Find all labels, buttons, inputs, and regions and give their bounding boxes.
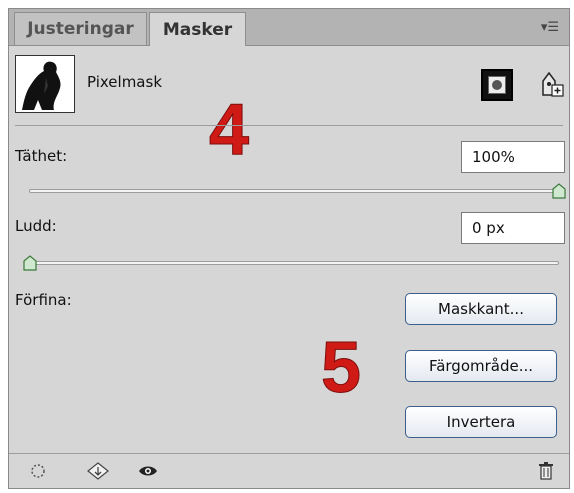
divider	[15, 125, 563, 126]
annotation-number-5: 5	[320, 328, 362, 409]
mask-thumbnail[interactable]	[15, 55, 75, 113]
annotation-number-4: 4	[208, 90, 250, 171]
mask-thumbnail-silhouette	[22, 61, 61, 110]
color-range-button[interactable]: Färgområde...	[405, 350, 557, 382]
tab-masks[interactable]: Masker	[149, 12, 246, 46]
tab-adjustments[interactable]: Justeringar	[14, 12, 147, 45]
density-label: Täthet:	[15, 147, 68, 165]
panel-bottom-bar	[9, 453, 569, 488]
feather-input[interactable]: 0 px	[461, 212, 565, 244]
load-selection-icon[interactable]	[27, 460, 49, 482]
feather-slider-track[interactable]	[29, 261, 559, 265]
panel-tab-bar: Justeringar Masker ▾☰	[9, 9, 569, 46]
mask-type-label: Pixelmask	[87, 73, 162, 91]
feather-slider-handle[interactable]	[23, 255, 37, 271]
density-slider-handle[interactable]	[552, 183, 566, 199]
refine-label: Förfina:	[15, 291, 72, 309]
invert-button[interactable]: Invertera	[405, 406, 557, 438]
mask-edge-button[interactable]: Maskkant...	[405, 293, 557, 325]
visibility-eye-icon[interactable]	[137, 460, 159, 482]
pixel-mask-icon[interactable]	[481, 69, 513, 101]
feather-label: Ludd:	[15, 217, 57, 235]
density-input[interactable]: 100%	[461, 141, 565, 173]
masks-panel: Justeringar Masker ▾☰ Pixelmask 4 Täthet…	[8, 8, 570, 489]
panel-menu-icon[interactable]: ▾☰	[541, 20, 559, 35]
vector-mask-icon[interactable]	[537, 69, 565, 99]
apply-mask-icon[interactable]	[87, 460, 109, 482]
trash-icon[interactable]	[535, 460, 557, 482]
density-slider-track[interactable]	[29, 189, 559, 193]
